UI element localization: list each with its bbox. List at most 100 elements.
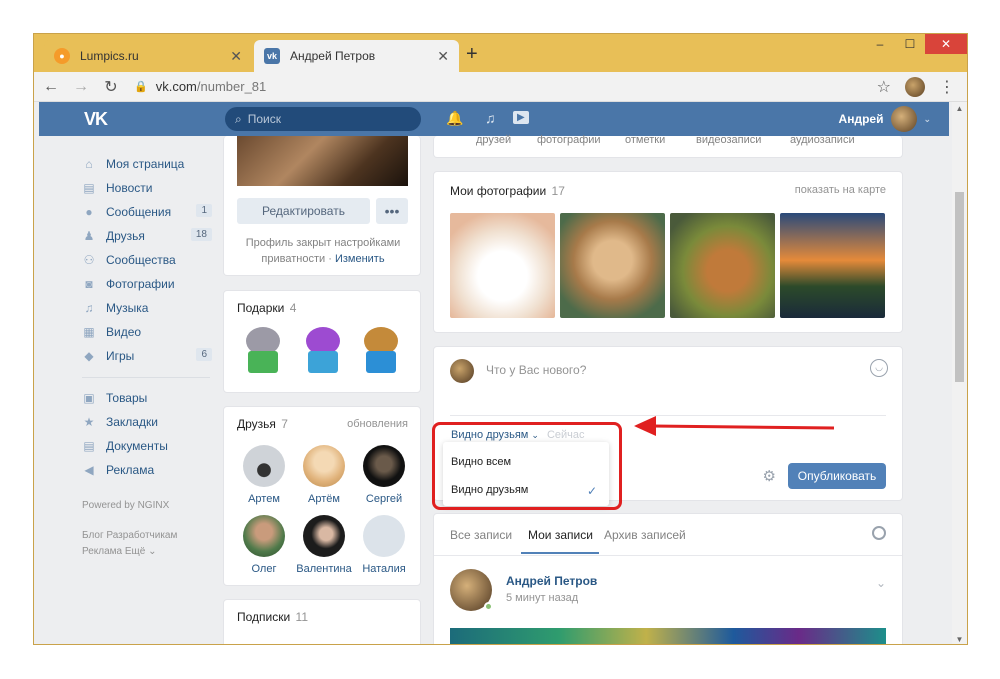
url-host: vk.com [155,79,197,94]
sidebar-item-video[interactable]: ▦ Видео [82,320,212,344]
sidebar-item-goods[interactable]: ▣ Товары [82,386,212,410]
new-tab-button[interactable]: + [466,43,478,66]
friend-item[interactable]: Наталия [354,515,414,575]
gift-item[interactable] [240,325,284,375]
sidebar-item-documents[interactable]: ▤ Документы [82,434,212,458]
profile-counters: друзей фотографии отметки видеозаписи ау… [433,134,903,158]
url-path: /number_81 [196,79,267,94]
block-title[interactable]: Подарки 4 [237,301,296,315]
show-on-map-link[interactable]: показать на карте [795,184,886,196]
play-icon[interactable]: ▶ [513,111,529,124]
sidebar-item-photos[interactable]: ◙ Фотографии [82,272,212,296]
sidebar-item-ads[interactable]: ◀ Реклама [82,458,212,482]
photo-thumbnail[interactable] [670,213,775,318]
browser-menu-icon[interactable]: ⋮ [939,77,955,97]
change-privacy-link[interactable]: Изменить [335,253,385,265]
sidebar-item-my-page[interactable]: ⌂ Моя страница [82,152,212,176]
games-icon: ◆ [84,349,94,363]
close-tab-icon[interactable]: ✕ [437,48,449,65]
maximize-button[interactable]: ☐ [895,34,925,54]
sidebar-item-games[interactable]: ◆ Игры 6 [82,344,212,368]
sidebar-item-label: Музыка [106,301,149,315]
avatar [363,515,405,557]
post-image[interactable] [450,628,886,644]
header-user-menu[interactable]: Андрей ⌄ [839,106,931,132]
gift-item[interactable] [358,325,402,375]
scroll-thumb[interactable] [955,192,964,382]
footer-links[interactable]: Блог Разработчикам [82,528,212,544]
count-badge: 6 [196,348,212,361]
more-button[interactable]: ••• [376,198,408,224]
counter-videos[interactable]: видеозаписи [696,134,761,146]
scroll-down-icon[interactable]: ▼ [952,635,967,644]
sidebar-item-music[interactable]: ♫ Музыка [82,296,212,320]
news-icon: ▤ [83,181,95,195]
vk-logo[interactable]: VK [84,109,108,130]
friend-name: Сергей [365,493,403,505]
counter-tags[interactable]: отметки [625,134,665,146]
tab-archive[interactable]: Архив записей [604,528,686,542]
profile-avatar-icon[interactable] [905,76,925,97]
profile-photo[interactable] [237,136,408,186]
post-author[interactable]: Андрей Петров [506,574,597,588]
block-title[interactable]: Подписки 11 [237,610,308,624]
search-icon[interactable] [872,526,886,540]
friend-item[interactable]: Олег [234,515,294,575]
tab-lumpics[interactable]: ● Lumpics.ru ✕ [44,40,252,72]
active-tab-indicator [521,552,599,554]
counter-friends[interactable]: друзей [476,134,511,146]
block-title[interactable]: Мои фотографии 17 [450,184,565,198]
bell-icon[interactable]: 🔔 [446,110,463,127]
sidebar-item-news[interactable]: ▤ Новости [82,176,212,200]
block-title[interactable]: Друзья 7 [237,417,288,431]
close-window-button[interactable]: ✕ [925,34,967,54]
post-time[interactable]: 5 минут назад [506,592,578,604]
updates-link[interactable]: обновления [347,418,408,430]
sidebar-item-communities[interactable]: ⚇ Сообщества [82,248,212,272]
sidebar-item-messages[interactable]: ● Сообщения 1 [82,200,212,224]
gear-icon[interactable]: ⚙ [763,467,776,485]
photo-thumbnail[interactable] [560,213,665,318]
tab-vk-profile[interactable]: vk Андрей Петров ✕ [254,40,459,72]
search-input[interactable] [247,112,398,126]
home-icon: ⌂ [85,157,93,171]
gift-item[interactable] [300,325,344,375]
chevron-down-icon[interactable]: ⌄ [876,576,886,590]
tab-my-posts[interactable]: Мои записи [528,528,593,542]
avatar [450,359,474,383]
friend-name: Артем [248,493,280,505]
sidebar-item-bookmarks[interactable]: ★ Закладки [82,410,212,434]
post-input[interactable]: Что у Вас нового? [486,363,586,377]
counter-photos[interactable]: фотографии [537,134,601,146]
counter-audios[interactable]: аудиозаписи [790,134,855,146]
sidebar-item-friends[interactable]: ♟ Друзья 18 [82,224,212,248]
tab-all-posts[interactable]: Все записи [450,528,512,542]
footer-links[interactable]: Реклама Ещё ⌄ [82,544,212,560]
browser-titlebar: ● Lumpics.ru ✕ vk Андрей Петров ✕ + – ☐ … [34,34,967,72]
friend-item[interactable]: Артем [234,445,294,505]
back-icon[interactable]: ← [38,78,64,96]
close-tab-icon[interactable]: ✕ [230,48,242,65]
friend-item[interactable]: Артём [294,445,354,505]
forward-icon[interactable]: → [68,78,94,96]
search-box[interactable]: ⌕ [225,107,421,131]
edit-profile-button[interactable]: Редактировать [237,198,370,224]
music-icon: ♫ [84,301,94,315]
music-note-icon[interactable]: ♫ [485,110,496,126]
emoji-icon[interactable]: ◡ [870,359,888,377]
tab-title: Андрей Петров [290,49,376,63]
photo-thumbnail[interactable] [450,213,555,318]
publish-button[interactable]: Опубликовать [788,463,886,489]
scroll-up-icon[interactable]: ▲ [952,104,967,113]
minimize-button[interactable]: – [865,34,895,54]
friend-item[interactable]: Валентина [294,515,354,575]
photo-thumbnail[interactable] [780,213,885,318]
page-scrollbar[interactable]: ▲ ▼ [952,102,967,644]
bookmark-star-icon[interactable]: ☆ [877,77,891,97]
communities-icon: ⚇ [83,253,95,267]
address-bar[interactable]: 🔒 vk.com/number_81 [134,79,877,94]
avatar [243,445,285,487]
reload-icon[interactable]: ↻ [98,77,124,97]
count-badge: 1 [196,204,212,217]
friend-item[interactable]: Сергей [354,445,414,505]
